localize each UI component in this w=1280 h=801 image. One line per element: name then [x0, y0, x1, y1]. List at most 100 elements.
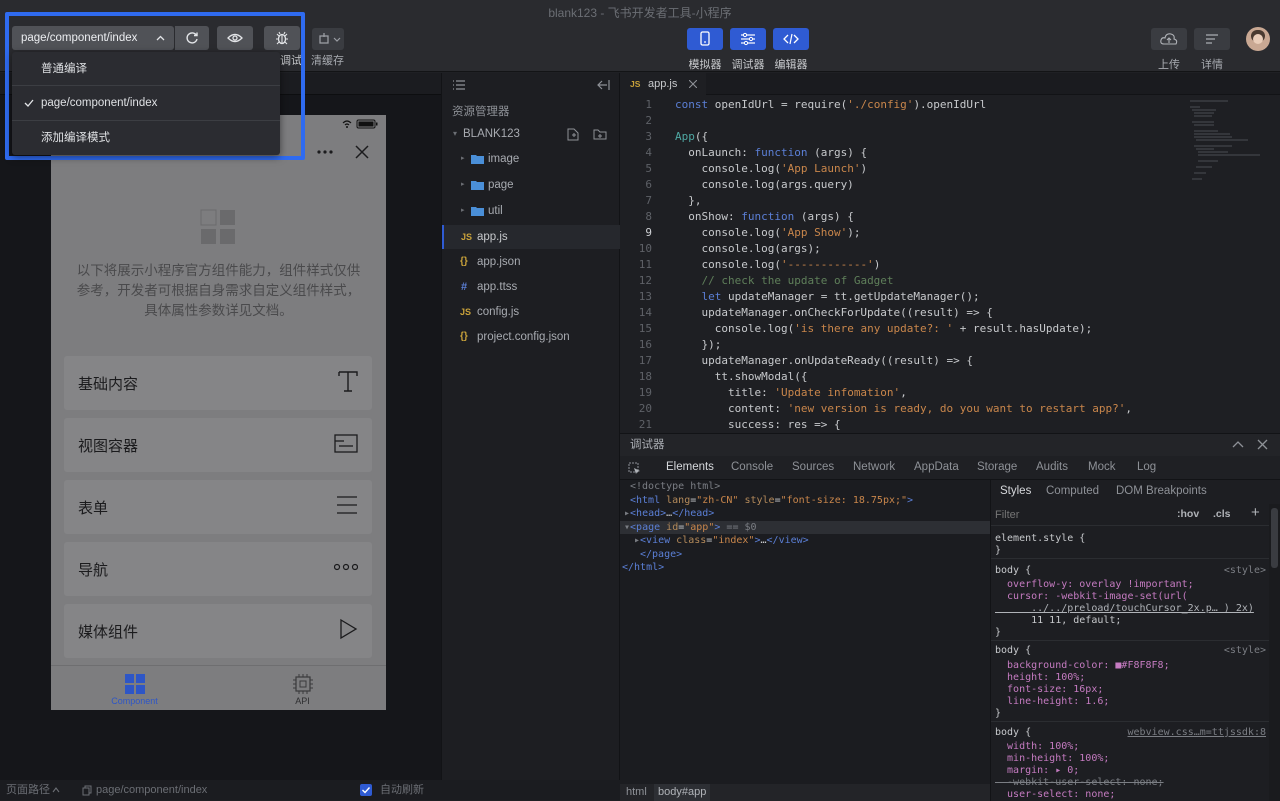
file-tree-item[interactable]: {} app.json	[442, 250, 620, 274]
style-line: }	[995, 627, 1002, 638]
minimap[interactable]	[1188, 97, 1268, 187]
new-file-icon[interactable]	[567, 128, 579, 141]
close-icon[interactable]	[355, 145, 369, 159]
menu-item-view-container[interactable]: 视图容器	[64, 418, 372, 472]
debugger-title: 调试器	[620, 434, 1280, 456]
auto-refresh-checkbox[interactable]	[360, 784, 372, 796]
file-tree-item[interactable]: {} project.config.json	[442, 325, 620, 349]
menu-item-media[interactable]: 媒体组件	[64, 604, 372, 658]
code-line: 5 console.log('App Launch')	[645, 162, 868, 175]
style-line: margin: ▸ 0;	[995, 765, 1080, 776]
debugger-tab-console[interactable]: Console	[731, 461, 773, 473]
file-tree-item[interactable]: JS app.js	[442, 225, 620, 249]
window-icon	[334, 434, 358, 453]
dom-tree[interactable]: <!doctype html> <html lang="zh-CN" style…	[620, 480, 990, 790]
style-line: }	[995, 545, 1002, 556]
editor-tab-app-js[interactable]: JS app.js	[620, 73, 706, 95]
style-line[interactable]: ../../preload/touchCursor_2x.p… ) 2x)	[995, 603, 1254, 614]
cls-toggle[interactable]: .cls	[1213, 508, 1231, 520]
debugger-tab-elements[interactable]: Elements	[666, 461, 714, 473]
dom-node[interactable]: ▸<head>…</head>	[620, 507, 990, 521]
chevron-up-icon[interactable]	[1232, 440, 1244, 448]
dom-node[interactable]: </page>	[620, 548, 990, 562]
project-row[interactable]: ▾ BLANK123	[442, 122, 620, 146]
code-editor[interactable]: JS app.js 1 const openIdUrl = require('./…	[620, 73, 1280, 433]
dom-node[interactable]: </html>	[620, 561, 990, 575]
code-lines: 1 const openIdUrl = require('./config').o…	[620, 97, 1180, 433]
compile-option-add[interactable]: 添加编译模式	[12, 121, 280, 155]
style-line: body {	[995, 645, 1032, 656]
copy-icon[interactable]	[82, 785, 92, 796]
menu-item-navigation[interactable]: 导航	[64, 542, 372, 596]
style-line: }	[995, 708, 1002, 719]
file-tree-item[interactable]: # app.ttss	[442, 275, 620, 299]
tab-api[interactable]: API	[219, 666, 386, 706]
breadcrumb-item[interactable]: body#app	[658, 784, 706, 801]
debugger-tab-appdata[interactable]: AppData	[914, 461, 959, 473]
style-line: line-height: 1.6;	[995, 696, 1110, 707]
tab-component[interactable]: Component	[51, 666, 218, 706]
compile-option-page[interactable]: page/component/index	[12, 86, 280, 120]
debugger-tab-audits[interactable]: Audits	[1036, 461, 1068, 473]
close-icon[interactable]	[1257, 439, 1268, 450]
debugger-tab-network[interactable]: Network	[853, 461, 895, 473]
styles-tab-dom-breakpoints[interactable]: DOM Breakpoints	[1116, 485, 1207, 497]
style-line: min-height: 100%;	[995, 753, 1110, 764]
avatar[interactable]	[1246, 27, 1270, 51]
dom-node[interactable]: ▸<view class="index">…</view>	[620, 534, 990, 548]
compile-option-normal[interactable]: 普通编译	[12, 52, 280, 86]
play-icon	[340, 618, 358, 640]
chevron-up-icon[interactable]	[52, 787, 60, 793]
details-button[interactable]: 详情	[1190, 28, 1234, 72]
style-source[interactable]: <style>	[1224, 565, 1266, 576]
tab-label: Component	[111, 696, 158, 706]
json-file-icon: {}	[460, 331, 468, 342]
refresh-button[interactable]	[175, 26, 209, 50]
preview-button[interactable]	[217, 26, 253, 50]
styles-tab-styles[interactable]: Styles	[1000, 485, 1031, 497]
collapse-panel-icon[interactable]	[596, 79, 610, 91]
dom-node[interactable]: <!doctype html>	[620, 480, 990, 494]
debugger-tab-log[interactable]: Log	[1137, 461, 1156, 473]
style-source[interactable]: <style>	[1224, 645, 1266, 656]
hov-toggle[interactable]: :hov	[1177, 508, 1199, 520]
styles-scrollbar[interactable]	[1269, 504, 1280, 801]
close-tab-icon[interactable]	[689, 80, 697, 88]
debugger-toggle[interactable]: 调试器	[726, 28, 770, 72]
add-rule-icon[interactable]: +	[1251, 504, 1260, 521]
inspect-icon[interactable]	[628, 462, 641, 475]
file-name: app.ttss	[477, 281, 518, 293]
breadcrumb-item[interactable]: html	[626, 784, 647, 801]
simulator-toggle[interactable]: 模拟器	[683, 28, 727, 72]
debugger-tab-mock[interactable]: Mock	[1088, 461, 1115, 473]
file-name: image	[488, 153, 520, 165]
new-folder-icon[interactable]	[593, 128, 607, 140]
file-tree-item[interactable]: JS config.js	[442, 300, 620, 324]
phone-screen[interactable]: 以下将展示小程序官方组件能力，组件样式仅供参考，开发者可根据自身需求自定义组件样…	[51, 115, 386, 710]
upload-button[interactable]: 上传	[1147, 28, 1191, 72]
outline-icon[interactable]	[452, 79, 466, 91]
more-icon[interactable]	[317, 149, 333, 155]
file-tree-item[interactable]: ▸ page	[442, 173, 620, 197]
dom-node-selected[interactable]: ▾<page id="app"> == $0	[620, 520, 990, 534]
debug-button[interactable]	[264, 26, 300, 50]
styles-filter-input[interactable]	[995, 507, 1145, 523]
refresh-icon	[186, 32, 198, 44]
code-line: 6 console.log(args.query)	[645, 178, 854, 191]
menu-item-basic[interactable]: 基础内容	[64, 356, 372, 410]
styles-tab-computed[interactable]: Computed	[1046, 485, 1099, 497]
code-line: 1 const openIdUrl = require('./config').o…	[645, 98, 987, 111]
file-tree-item[interactable]: ▸ util	[442, 199, 620, 223]
dom-node[interactable]: <html lang="zh-CN" style="font-size: 18.…	[620, 494, 990, 508]
compile-mode-value: page/component/index	[21, 32, 138, 44]
menu-item-form[interactable]: 表单	[64, 480, 372, 534]
details-label: 详情	[1201, 59, 1223, 71]
compile-mode-select[interactable]: page/component/index	[12, 26, 174, 50]
debugger-tab-storage[interactable]: Storage	[977, 461, 1017, 473]
page-path-label[interactable]: 页面路径	[6, 780, 50, 800]
editor-toggle[interactable]: 编辑器	[769, 28, 813, 72]
debugger-tab-sources[interactable]: Sources	[792, 461, 834, 473]
clear-cache-button[interactable]	[312, 28, 344, 50]
style-source[interactable]: webview.css…m=ttjssdk:8	[1128, 727, 1266, 738]
file-tree-item[interactable]: ▸ image	[442, 147, 620, 171]
